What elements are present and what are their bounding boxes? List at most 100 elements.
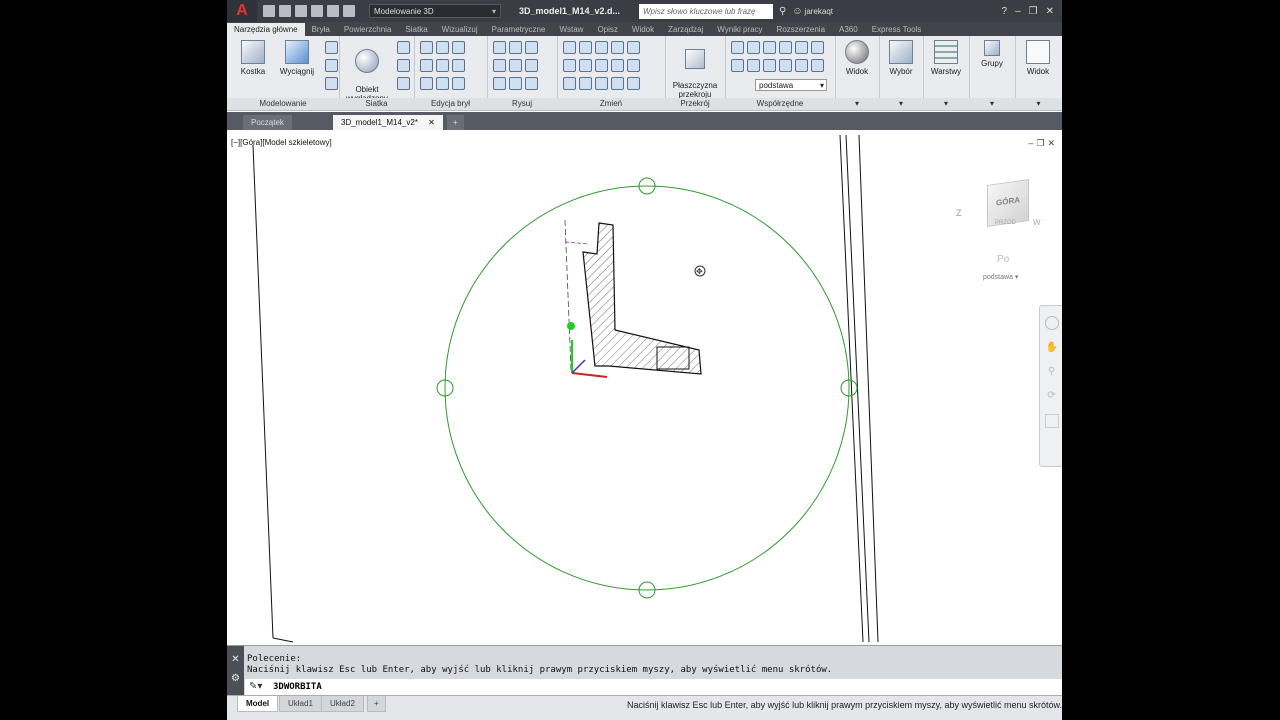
ucs-z-icon[interactable] [795, 41, 808, 54]
view-button[interactable]: Widok [839, 40, 875, 76]
tab-wstaw[interactable]: Wstaw [552, 23, 590, 36]
panel-title-przekroj[interactable]: Przekrój [665, 98, 725, 110]
mesh-icon-2[interactable] [397, 59, 410, 72]
ucs-object-icon[interactable] [779, 59, 792, 72]
ucs-x-icon[interactable] [763, 41, 776, 54]
tab-start[interactable]: Początek [243, 115, 292, 130]
user-icon[interactable]: ☺ [792, 6, 802, 17]
close-tab-icon[interactable]: ✕ [428, 118, 435, 127]
tab-rozszerzenia[interactable]: Rozszerzenia [770, 23, 832, 36]
viewcube-top-label[interactable]: GÓRA [988, 194, 1028, 209]
ellipse-icon[interactable] [525, 77, 538, 90]
scale-icon[interactable] [627, 59, 640, 72]
tab-siatka[interactable]: Siatka [398, 23, 434, 36]
intersect-icon[interactable] [452, 41, 465, 54]
binoculars-icon[interactable]: ⚲ [779, 6, 786, 17]
groups-button[interactable]: Grupy [973, 40, 1011, 68]
chamfer-edge-icon[interactable] [436, 77, 449, 90]
mirror-icon[interactable] [563, 59, 576, 72]
panel-title-edycja-bryl[interactable]: Edycja brył [414, 98, 487, 110]
selection-button[interactable]: Wybór [883, 40, 919, 76]
extract-icon[interactable] [452, 77, 465, 90]
tab-bryla[interactable]: Bryła [305, 23, 337, 36]
tab-powierzchnia[interactable]: Powierzchnia [337, 23, 399, 36]
layout-tab-uklad2[interactable]: Układ2 [321, 696, 364, 712]
subtract-icon[interactable] [436, 41, 449, 54]
fillet-icon[interactable] [595, 77, 608, 90]
workspace-select[interactable]: Modelowanie 3D [369, 4, 501, 19]
box-button[interactable]: Kostka [235, 40, 271, 76]
panel-title-view[interactable]: ▾ [835, 98, 879, 110]
slice-icon[interactable] [420, 59, 433, 72]
smooth-icon[interactable] [325, 59, 338, 72]
ucs-view-icon[interactable] [763, 59, 776, 72]
mesh-icon-3[interactable] [397, 77, 410, 90]
ucs-3point-icon[interactable] [747, 59, 760, 72]
ucs-menu[interactable]: podstawa ▾ [983, 273, 1018, 281]
rotate-icon[interactable] [579, 41, 592, 54]
view2-button[interactable]: Widok [1019, 40, 1057, 76]
restore-icon[interactable]: ❐ [1029, 6, 1038, 17]
trim-icon[interactable] [611, 41, 624, 54]
drawing-viewport[interactable]: [−][Góra][Model szkieletowy] –❐✕ ✥ GÓRA … [227, 130, 1062, 645]
print-icon[interactable] [327, 5, 339, 17]
search-input[interactable]: Wpisz słowo kluczowe lub frazę [639, 3, 773, 19]
viewcube-front-label[interactable]: PRZÓD [995, 220, 1016, 226]
model-canvas[interactable]: ✥ [227, 130, 1062, 645]
ucs-y-icon[interactable] [779, 41, 792, 54]
steering-wheel-icon[interactable] [1044, 316, 1059, 330]
command-close-icon[interactable]: ✕ [227, 654, 244, 665]
add-layout-button[interactable]: + [367, 696, 386, 712]
panel-title-layers[interactable]: ▾ [923, 98, 969, 110]
spline-icon[interactable] [493, 59, 506, 72]
ucs-origin-icon[interactable] [731, 59, 744, 72]
undo-icon[interactable] [343, 5, 355, 17]
line-icon[interactable] [509, 59, 522, 72]
arc-icon[interactable] [525, 41, 538, 54]
panel-title-modelowanie[interactable]: Modelowanie [227, 98, 339, 110]
command-prompt-icon[interactable]: ✎▾ [249, 681, 262, 692]
tab-opisz[interactable]: Opisz [590, 23, 624, 36]
viewcube-east-label[interactable]: W [1033, 218, 1041, 227]
move-3d-icon[interactable] [595, 41, 608, 54]
circle-icon[interactable] [525, 59, 538, 72]
minimize-icon[interactable]: – [1015, 6, 1021, 17]
tab-a360[interactable]: A360 [832, 23, 865, 36]
panel-title-zmien[interactable]: Zmień [557, 98, 665, 110]
zoom-icon[interactable]: ⚲ [1046, 366, 1058, 378]
extrude-button[interactable]: Wyciągnij [277, 40, 317, 76]
rectangle-icon[interactable] [509, 77, 522, 90]
save-icon[interactable] [295, 5, 307, 17]
layout-tab-uklad1[interactable]: Układ1 [279, 696, 322, 712]
explode-icon[interactable] [611, 77, 624, 90]
tab-parametryczne[interactable]: Parametryczne [485, 23, 553, 36]
hatch-icon[interactable] [509, 41, 522, 54]
layers-button[interactable]: Warstwy [927, 40, 965, 76]
panel-title-selection[interactable]: ▾ [879, 98, 923, 110]
stretch-icon[interactable] [611, 59, 624, 72]
ucs-previous-icon[interactable] [811, 59, 824, 72]
tab-zarzadzaj[interactable]: Zarządzaj [661, 23, 710, 36]
union-icon[interactable] [420, 41, 433, 54]
polygon-icon[interactable] [493, 77, 506, 90]
panel-title-view2[interactable]: ▾ [1015, 98, 1062, 110]
panel-title-wspolrzedne[interactable]: Współrzędne [725, 98, 835, 110]
ucs-world-icon[interactable] [747, 41, 760, 54]
align-icon[interactable] [579, 77, 592, 90]
new-tab-button[interactable]: + [447, 115, 464, 130]
user-name[interactable]: jarekaqt [805, 7, 833, 16]
help-icon[interactable]: ? [1002, 6, 1008, 17]
move-icon[interactable] [563, 41, 576, 54]
panel-title-rysuj[interactable]: Rysuj [487, 98, 557, 110]
showmotion-icon[interactable] [1044, 414, 1059, 428]
ucs-combo[interactable]: podstawa [755, 79, 827, 92]
presspull-icon[interactable] [325, 41, 338, 54]
pan-icon[interactable]: ✋ [1046, 342, 1058, 354]
tab-wizualizuj[interactable]: Wizualizuj [435, 23, 485, 36]
polysolid-icon[interactable] [325, 77, 338, 90]
tab-express-tools[interactable]: Express Tools [865, 23, 929, 36]
ucs-named-icon[interactable] [811, 41, 824, 54]
tab-drawing[interactable]: 3D_model1_M14_v2* ✕ [333, 115, 443, 130]
panel-title-siatka[interactable]: Siatka [339, 98, 414, 110]
command-input[interactable]: 3DWORBITA [245, 679, 1062, 695]
